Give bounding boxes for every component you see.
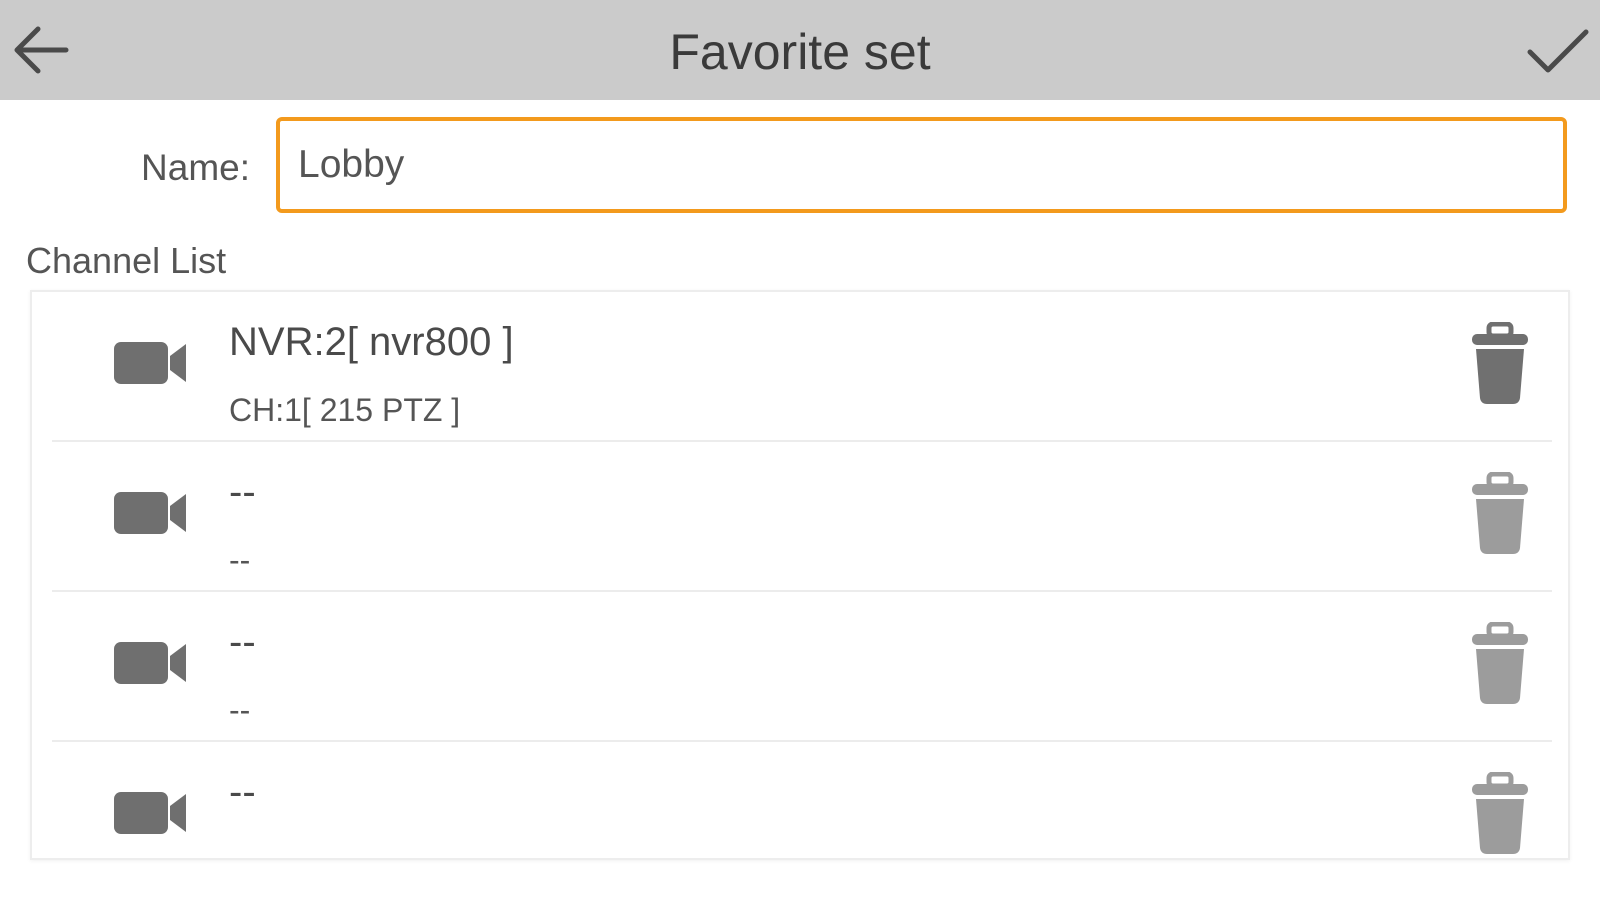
- channel-row[interactable]: -- --: [52, 592, 1552, 742]
- video-camera-icon: [114, 792, 186, 834]
- channel-title: --: [229, 620, 256, 664]
- confirm-button[interactable]: [1520, 14, 1592, 86]
- channel-subtitle: --: [229, 692, 251, 728]
- top-bar: Favorite set: [0, 0, 1600, 100]
- trash-icon: [1472, 471, 1528, 554]
- channel-list[interactable]: NVR:2[ nvr800 ] CH:1[ 215 PTZ ] -- -- --…: [30, 290, 1570, 860]
- delete-button[interactable]: [1470, 471, 1530, 556]
- back-button[interactable]: [8, 14, 80, 86]
- arrow-left-icon: [14, 26, 69, 74]
- name-label: Name:: [141, 147, 250, 188]
- video-camera-icon: [114, 492, 186, 534]
- name-input[interactable]: [276, 117, 1567, 213]
- channel-row[interactable]: NVR:2[ nvr800 ] CH:1[ 215 PTZ ]: [52, 292, 1552, 442]
- trash-icon: [1472, 621, 1528, 704]
- channel-row[interactable]: --: [52, 742, 1552, 858]
- channel-title: --: [229, 470, 256, 514]
- channel-list-label: Channel List: [26, 240, 227, 281]
- channel-title: --: [229, 770, 256, 814]
- video-camera-icon: [114, 642, 186, 684]
- trash-icon: [1472, 321, 1528, 404]
- channel-subtitle: CH:1[ 215 PTZ ]: [229, 392, 461, 428]
- channel-row[interactable]: -- --: [52, 442, 1552, 592]
- checkmark-icon: [1527, 29, 1589, 73]
- delete-button[interactable]: [1470, 321, 1530, 406]
- channel-subtitle: --: [229, 542, 251, 578]
- page-title: Favorite set: [669, 24, 931, 80]
- delete-button[interactable]: [1470, 621, 1530, 706]
- delete-button[interactable]: [1470, 771, 1530, 856]
- video-camera-icon: [114, 342, 186, 384]
- channel-title: NVR:2[ nvr800 ]: [229, 320, 514, 364]
- trash-icon: [1472, 771, 1528, 854]
